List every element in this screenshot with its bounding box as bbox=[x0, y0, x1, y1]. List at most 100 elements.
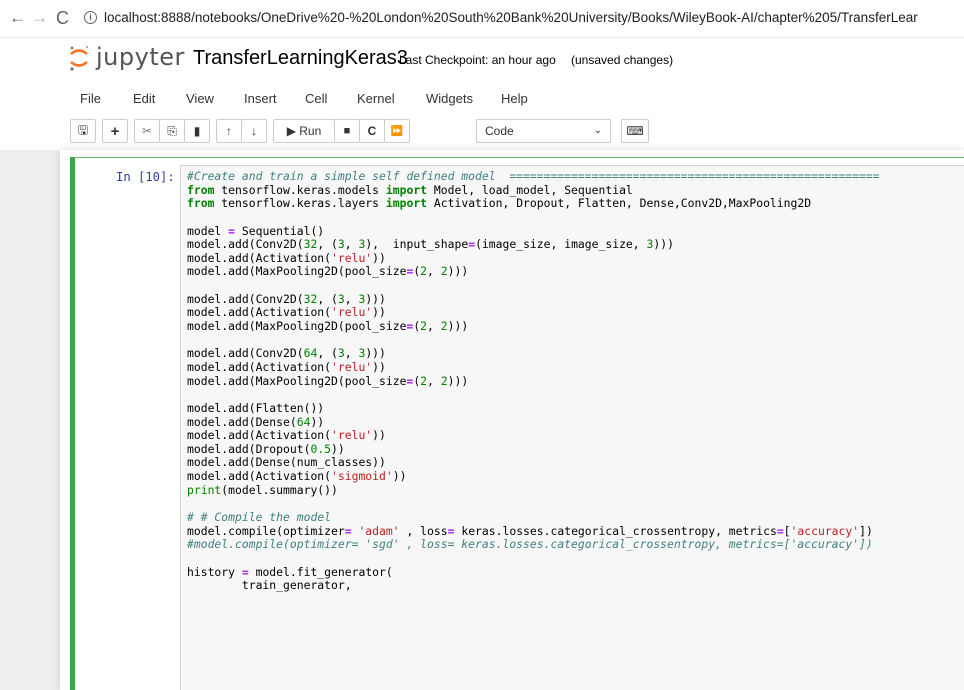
menu-widgets[interactable]: Widgets bbox=[426, 91, 473, 106]
code-token: 'accuracy' bbox=[790, 523, 860, 538]
code-token: model bbox=[187, 223, 229, 238]
jupyter-logo-icon[interactable] bbox=[68, 44, 90, 72]
code-token: )) bbox=[372, 250, 386, 265]
code-token: model.add(Activation( bbox=[187, 469, 332, 484]
run-button[interactable]: ▶ Run bbox=[273, 119, 335, 143]
url-field[interactable]: localhost:8888/notebooks/OneDrive%20-%20… bbox=[104, 10, 964, 25]
code-token: model.add(Activation( bbox=[187, 305, 332, 320]
copy-icon[interactable]: ⎘ bbox=[159, 119, 185, 143]
code-token: model.add(Activation( bbox=[187, 250, 332, 265]
code-token: model.add(Dropout( bbox=[187, 441, 311, 456]
code-line: model.add(Dense(64)) bbox=[187, 414, 964, 430]
code-token: , ( bbox=[317, 237, 338, 252]
code-token: model.add(Conv2D( bbox=[187, 237, 304, 252]
jupyter-header: jupyter TransferLearningKeras3 Last Chec… bbox=[0, 38, 964, 80]
code-token: 2 bbox=[420, 319, 428, 334]
code-token: , ( bbox=[317, 346, 338, 361]
code-line: model.add(Dropout(0.5)) bbox=[187, 441, 964, 457]
code-token: tensorflow.keras.models bbox=[214, 182, 386, 197]
menu-insert[interactable]: Insert bbox=[244, 91, 277, 106]
back-arrow-icon[interactable]: ← bbox=[9, 8, 26, 28]
code-line: model.compile(optimizer= 'adam' , loss= … bbox=[187, 523, 964, 539]
move-up-icon[interactable]: ↑ bbox=[216, 119, 242, 143]
code-token: keras.losses.categorical_crossentropy, m… bbox=[454, 523, 777, 538]
menu-cell[interactable]: Cell bbox=[305, 91, 327, 106]
move-down-icon[interactable]: ↓ bbox=[241, 119, 267, 143]
menu-edit[interactable]: Edit bbox=[133, 91, 155, 106]
menu-help[interactable]: Help bbox=[501, 91, 528, 106]
code-token: 0.5 bbox=[310, 441, 332, 456]
code-token: 'sigmoid' bbox=[331, 469, 393, 484]
stop-icon[interactable]: ■ bbox=[334, 119, 360, 143]
code-text[interactable]: #Create and train a simple self defined … bbox=[187, 170, 964, 593]
paste-icon[interactable]: ▮ bbox=[184, 119, 210, 143]
code-line: # # Compile the model bbox=[187, 510, 964, 525]
code-line: model.add(Activation('relu')) bbox=[187, 428, 964, 443]
code-line: model.add(Flatten()) bbox=[187, 401, 964, 416]
code-line: model.add(MaxPooling2D(pool_size=(2, 2))… bbox=[187, 373, 964, 389]
cut-icon[interactable]: ✂ bbox=[134, 119, 160, 143]
cell-type-select[interactable]: Code ⌄ bbox=[476, 119, 611, 143]
code-line: model = Sequential() bbox=[187, 223, 964, 239]
code-token: 3 bbox=[337, 237, 345, 252]
chevron-down-icon: ⌄ bbox=[593, 125, 602, 136]
code-token: [ bbox=[783, 523, 791, 538]
jupyter-logo-text[interactable]: jupyter bbox=[96, 43, 185, 71]
menu-file[interactable]: File bbox=[80, 91, 101, 106]
code-token: ))) bbox=[447, 264, 469, 279]
code-token: 2 bbox=[440, 264, 448, 279]
code-token: import bbox=[385, 182, 428, 197]
menu-view[interactable]: View bbox=[186, 91, 214, 106]
code-token: 2 bbox=[440, 373, 448, 388]
code-line: from tensorflow.keras.layers import Acti… bbox=[187, 196, 964, 211]
menu-kernel[interactable]: Kernel bbox=[357, 91, 395, 106]
code-token: Sequential() bbox=[235, 223, 325, 238]
checkpoint-status: Last Checkpoint: an hour ago bbox=[399, 53, 556, 67]
site-info-icon[interactable]: i bbox=[84, 11, 97, 24]
code-line: #model.compile(optimizer= 'sgd' , loss= … bbox=[187, 537, 964, 552]
code-token: 'adam' bbox=[358, 523, 400, 538]
code-token: (model.summary()) bbox=[221, 482, 338, 497]
code-token: 'relu' bbox=[331, 359, 373, 374]
code-token: 'relu' bbox=[331, 305, 373, 320]
menubar: File Edit View Insert Cell Kernel Widget… bbox=[64, 84, 964, 114]
code-token: print bbox=[187, 482, 222, 497]
code-token: 32 bbox=[303, 291, 318, 306]
code-token: )) bbox=[372, 359, 386, 374]
code-line: model.add(Conv2D(32, (3, 3))) bbox=[187, 291, 964, 307]
restart-run-all-icon[interactable]: ⏩ bbox=[384, 119, 410, 143]
browser-address-bar: ← → C i localhost:8888/notebooks/OneDriv… bbox=[0, 0, 964, 38]
reload-icon[interactable]: C bbox=[56, 8, 69, 28]
code-token: (image_size, image_size, bbox=[475, 237, 647, 252]
code-token: )) bbox=[392, 469, 407, 484]
forward-arrow-icon[interactable]: → bbox=[31, 8, 48, 28]
code-token: model.add(MaxPooling2D(pool_size bbox=[187, 319, 407, 334]
code-token: 3 bbox=[337, 291, 345, 306]
code-line: model.add(Activation('sigmoid')) bbox=[187, 469, 964, 484]
code-token: , bbox=[344, 346, 359, 361]
save-icon[interactable]: 🖫 bbox=[70, 119, 96, 143]
notebook-name[interactable]: TransferLearningKeras3 bbox=[193, 47, 408, 70]
add-cell-icon[interactable]: + bbox=[102, 119, 128, 143]
code-token: ))) bbox=[447, 319, 469, 334]
code-token: ]) bbox=[859, 523, 873, 538]
code-token: 2 bbox=[420, 264, 428, 279]
code-line: #Create and train a simple self defined … bbox=[187, 170, 964, 184]
code-token: , ( bbox=[317, 291, 338, 306]
code-token: 64 bbox=[296, 414, 311, 429]
code-line: model.add(Activation('relu')) bbox=[187, 250, 964, 266]
code-token: = bbox=[344, 523, 352, 538]
code-token: Activation, Dropout, Flatten, Dense,Conv… bbox=[427, 196, 812, 211]
code-token: #model.compile(optimizer= 'sgd' , loss= … bbox=[187, 537, 873, 552]
restart-kernel-icon[interactable]: C bbox=[359, 119, 385, 143]
code-token: model.add(Conv2D( bbox=[187, 346, 304, 361]
code-token: model.add(Activation( bbox=[187, 428, 332, 443]
code-token: ))) bbox=[365, 291, 386, 306]
code-token: model.compile(optimizer bbox=[187, 523, 345, 538]
command-palette-icon[interactable]: ⌨ bbox=[621, 119, 649, 143]
code-token: )) bbox=[310, 414, 325, 429]
code-token: , bbox=[344, 237, 359, 252]
code-line: model.add(MaxPooling2D(pool_size=(2, 2))… bbox=[187, 319, 964, 334]
